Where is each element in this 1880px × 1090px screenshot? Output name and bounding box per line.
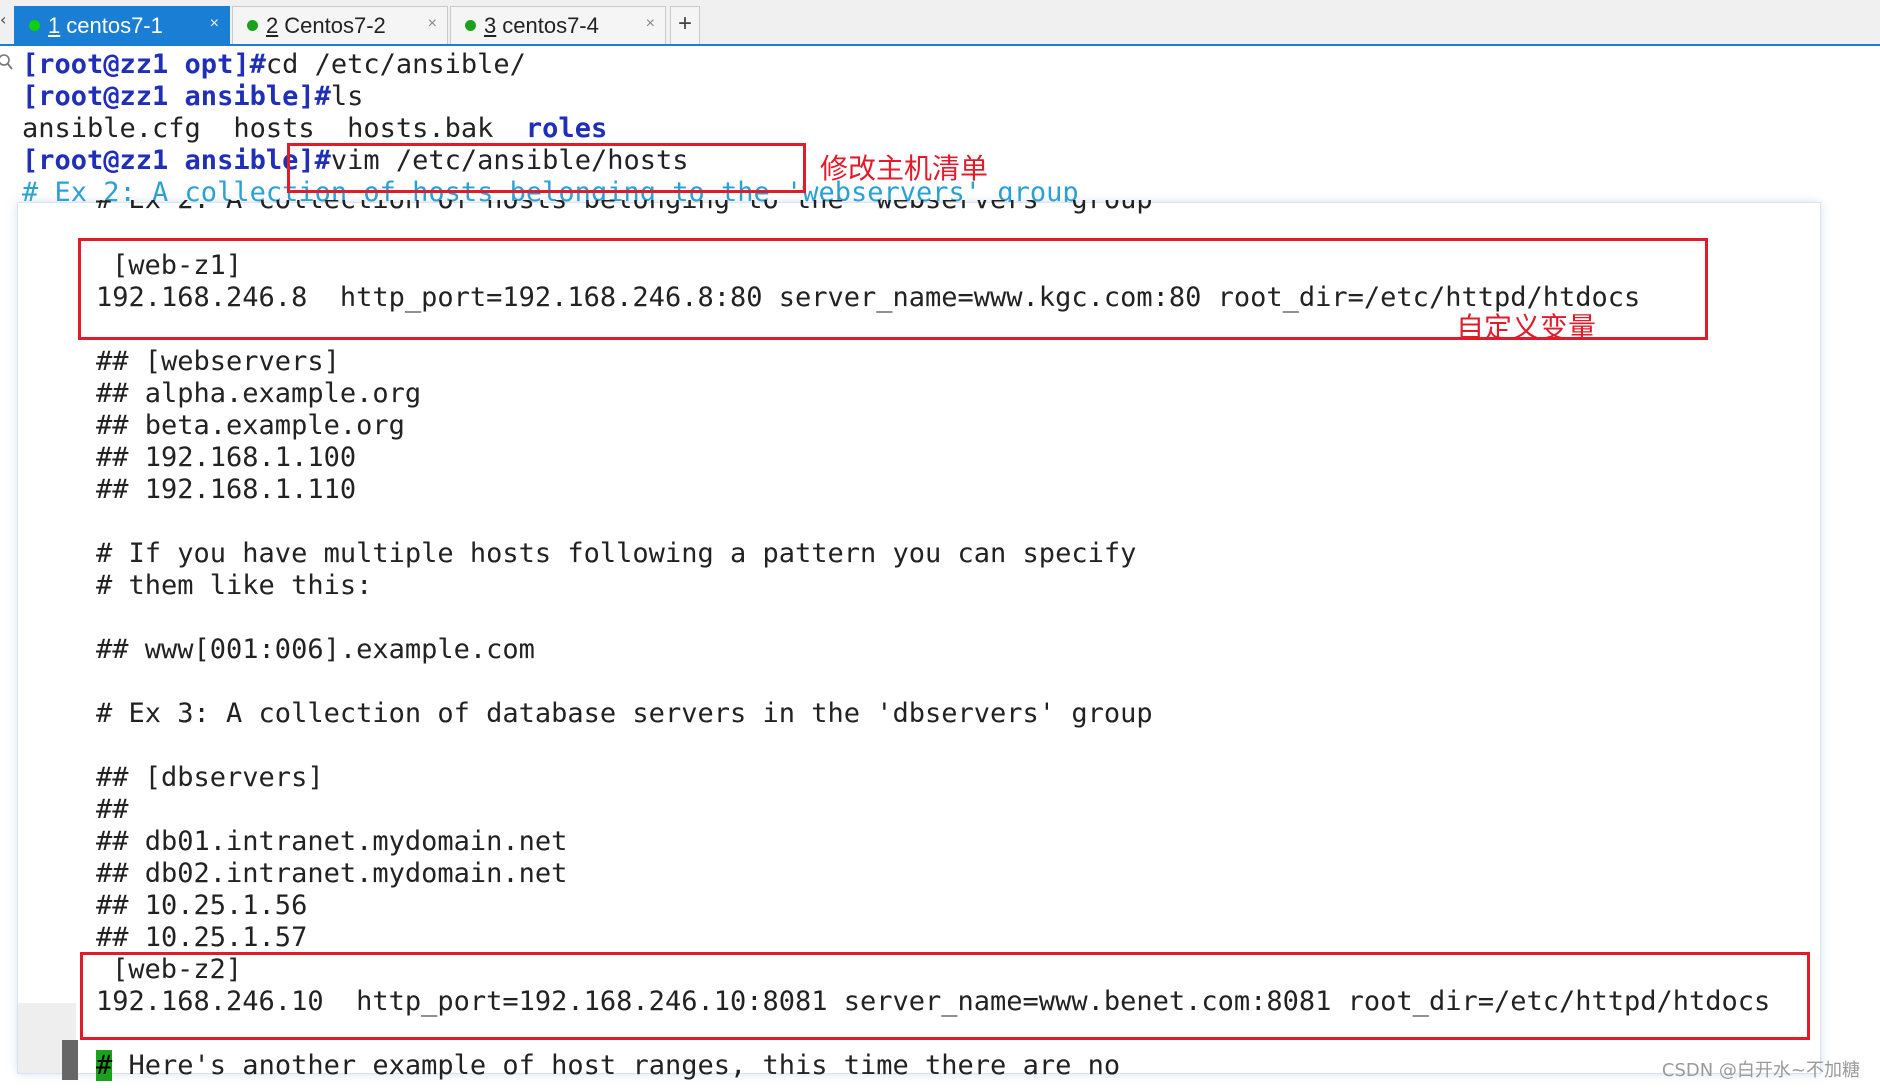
tab-number: 2 xyxy=(266,12,279,38)
terminal-line: [root@zz1 ansible]#ls xyxy=(22,81,363,113)
tab-centos7-1[interactable]: 1 centos7-1 × xyxy=(14,6,230,44)
shell-command: ls xyxy=(330,81,364,112)
vim-comment-line: ## www[001:006].example.com xyxy=(96,634,535,665)
vim-comment-line: # Ex 3: A collection of database servers… xyxy=(96,698,1153,729)
tab-label: centos7-4 xyxy=(502,12,599,38)
tab-centos7-4[interactable]: 3 centos7-4 × xyxy=(450,6,666,44)
close-icon[interactable]: × xyxy=(646,15,655,33)
vim-comment-line: ## [dbservers] xyxy=(96,762,324,793)
tab-label: Centos7-2 xyxy=(284,12,386,38)
tab-number: 3 xyxy=(484,12,497,38)
vim-comment-line: ## [webservers] xyxy=(96,346,340,377)
vim-comment-text: Here's another example of host ranges, t… xyxy=(112,1050,1121,1081)
vim-comment-line: ## 10.25.1.56 xyxy=(96,890,308,921)
shell-prompt: [root@zz1 ansible]# xyxy=(22,145,331,176)
status-dot-icon xyxy=(29,20,40,31)
annotation-box-web-z2 xyxy=(80,952,1810,1040)
watermark: CSDN @白开水~不加糖 xyxy=(1661,1060,1860,1081)
status-dot-icon xyxy=(465,20,476,31)
shell-command: cd /etc/ansible/ xyxy=(265,49,526,80)
vim-comment-line: ## alpha.example.org xyxy=(96,378,422,409)
scroll-left-icon[interactable]: ‹ xyxy=(0,10,14,36)
shell-prompt: [root@zz1 opt]# xyxy=(22,49,266,80)
annotation-custom-vars: 自定义变量 xyxy=(1456,311,1597,344)
shell-prompt: [root@zz1 ansible]# xyxy=(22,81,331,112)
status-dot-icon xyxy=(247,20,258,31)
vim-comment-line: # them like this: xyxy=(96,570,373,601)
search-icon[interactable] xyxy=(0,50,14,74)
tab-centos7-2[interactable]: 2 Centos7-2 × xyxy=(232,6,448,44)
tab-bar: ‹ 1 centos7-1 × 2 Centos7-2 × 3 centos7-… xyxy=(0,0,1880,46)
vim-comment-line: # Here's another example of host ranges,… xyxy=(96,1050,1120,1082)
vim-comment-line: ## db02.intranet.mydomain.net xyxy=(96,858,568,889)
ls-output: ansible.cfg hosts hosts.bak xyxy=(22,113,526,144)
new-tab-button[interactable]: + xyxy=(670,6,700,44)
ls-directory: roles xyxy=(525,113,608,144)
tab-number: 1 xyxy=(48,12,61,38)
vim-comment-line: ## 192.168.1.110 xyxy=(96,474,357,505)
vim-comment-line: # If you have multiple hosts following a… xyxy=(96,538,1137,569)
vim-comment-line: ## db01.intranet.mydomain.net xyxy=(96,826,568,857)
vim-comment-line: ## beta.example.org xyxy=(96,410,405,441)
close-icon[interactable]: × xyxy=(210,15,219,33)
tab-label: centos7-1 xyxy=(66,12,163,38)
vim-comment-line: ## 10.25.1.57 xyxy=(96,922,308,953)
scrollbar-thumb[interactable] xyxy=(62,1040,78,1080)
terminal-line: [root@zz1 opt]#cd /etc/ansible/ xyxy=(22,49,526,81)
text-cursor: # xyxy=(96,1050,113,1081)
annotation-edit-inventory: 修改主机清单 xyxy=(820,152,989,185)
annotation-box-command xyxy=(287,143,806,193)
close-icon[interactable]: × xyxy=(428,15,437,33)
vim-comment-line: ## xyxy=(96,794,129,825)
vim-comment-line: ## 192.168.1.100 xyxy=(96,442,357,473)
terminal-line: ansible.cfg hosts hosts.bak roles xyxy=(22,113,607,145)
